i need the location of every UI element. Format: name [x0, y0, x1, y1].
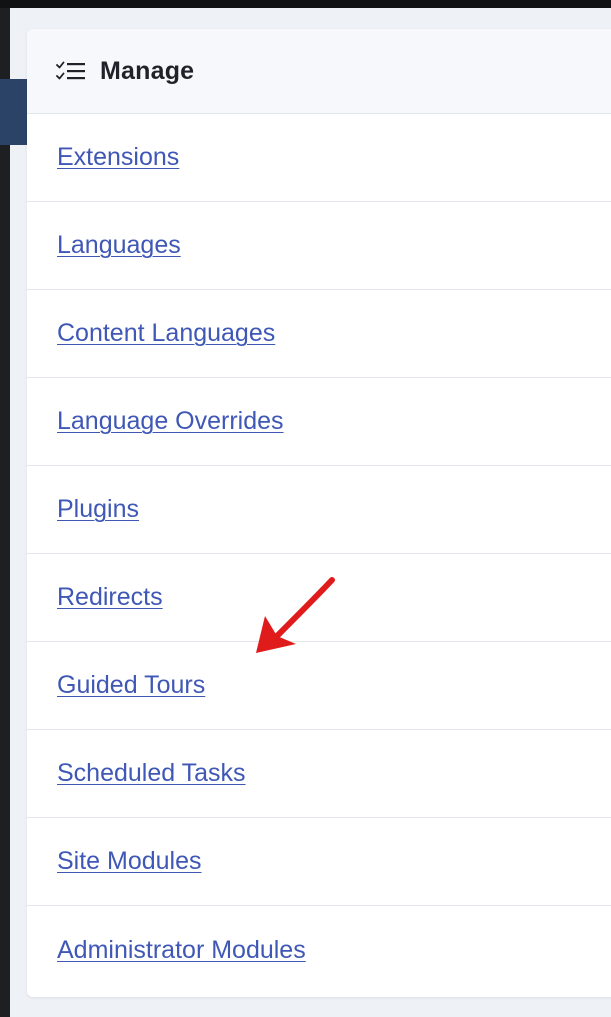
menu-item-scheduled-tasks: Scheduled Tasks [27, 730, 611, 818]
menu-item-content-languages: Content Languages [27, 290, 611, 378]
menu-item-site-modules: Site Modules [27, 818, 611, 906]
panel-header: Manage [27, 29, 611, 114]
checklist-icon [56, 60, 88, 82]
language-overrides-link[interactable]: Language Overrides [57, 407, 284, 436]
menu-item-extensions: Extensions [27, 114, 611, 202]
menu-item-language-overrides: Language Overrides [27, 378, 611, 466]
content-languages-link[interactable]: Content Languages [57, 319, 275, 348]
administrator-modules-link[interactable]: Administrator Modules [57, 936, 306, 965]
redirects-link[interactable]: Redirects [57, 583, 163, 612]
menu-item-languages: Languages [27, 202, 611, 290]
menu-item-guided-tours: Guided Tours [27, 642, 611, 730]
scheduled-tasks-link[interactable]: Scheduled Tasks [57, 759, 246, 788]
guided-tours-link[interactable]: Guided Tours [57, 671, 205, 700]
top-strip [0, 0, 611, 8]
languages-link[interactable]: Languages [57, 231, 181, 260]
site-modules-link[interactable]: Site Modules [57, 847, 202, 876]
extensions-link[interactable]: Extensions [57, 143, 179, 172]
manage-menu: Extensions Languages Content Languages L… [27, 114, 611, 994]
menu-item-plugins: Plugins [27, 466, 611, 554]
panel-title: Manage [100, 56, 195, 85]
menu-item-administrator-modules: Administrator Modules [27, 906, 611, 994]
plugins-link[interactable]: Plugins [57, 495, 139, 524]
menu-item-redirects: Redirects [27, 554, 611, 642]
manage-panel: Manage Extensions Languages Content Lang… [27, 29, 611, 997]
